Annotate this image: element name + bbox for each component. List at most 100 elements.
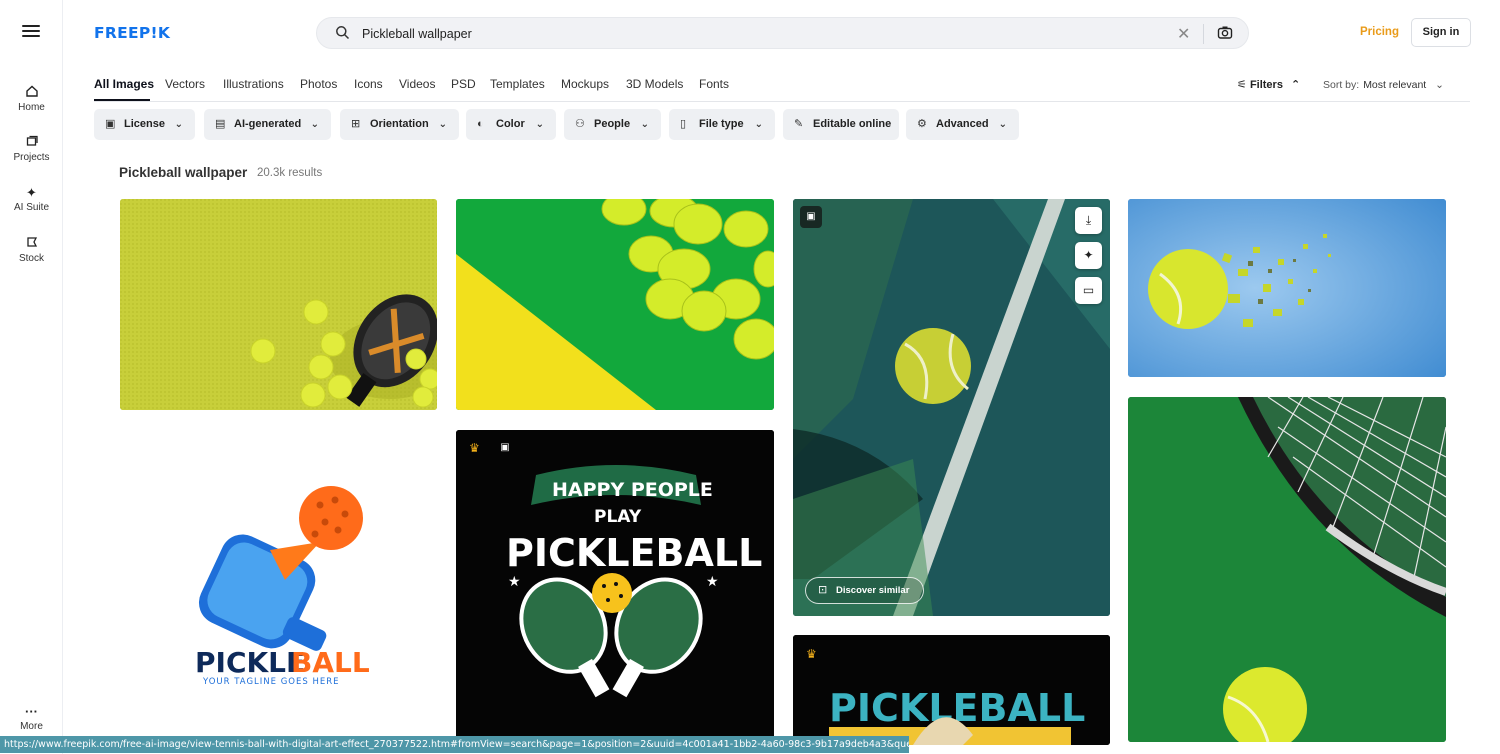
image-thumbnail	[1128, 397, 1446, 742]
chip-people[interactable]: ⚇ People ⌄	[564, 109, 661, 140]
menu-icon[interactable]	[22, 25, 40, 39]
filters-label: Filters	[1249, 79, 1283, 91]
poster-main-text: PICKLEBALL	[506, 531, 762, 575]
results-title: Pickleball wallpaper	[119, 165, 248, 180]
image-thumbnail: PICKLEBALL	[793, 635, 1110, 745]
freepik-logo[interactable]: FREEP!K	[94, 24, 170, 42]
sidebar-item-projects[interactable]: Projects	[0, 134, 63, 163]
tab-vectors[interactable]: Vectors	[165, 77, 205, 91]
sidebar-item-label: Stock	[18, 253, 44, 264]
chip-label: AI-generated	[234, 118, 302, 130]
more-dots-icon: ···	[25, 704, 38, 719]
file-icon: ▯	[680, 118, 687, 130]
tab-all-images[interactable]: All Images	[94, 77, 154, 91]
active-tab-indicator	[94, 99, 150, 101]
chevron-down-icon: ⌄	[174, 119, 183, 130]
folder-icon	[0, 134, 63, 152]
chevron-down-icon: ⌄	[998, 119, 1007, 130]
chip-label: Color	[496, 118, 525, 130]
image-card-exploding-ball[interactable]	[1128, 199, 1446, 377]
home-icon	[0, 84, 63, 102]
license-icon: ▣	[105, 118, 116, 130]
image-card-tennis-ball-court[interactable]: ▣ ⤓ ✦ ▭ ⊡ Discover similar	[793, 199, 1110, 616]
chip-label: Advanced	[936, 118, 989, 130]
orientation-icon: ⊞	[351, 118, 361, 130]
sidebar: Home Projects ✦ AI Suite Stock ··· More	[0, 0, 63, 754]
image-thumbnail	[456, 199, 774, 410]
sidebar-item-label: Projects	[13, 152, 50, 163]
image-card-pickleball-text[interactable]: PICKLEBALL ♛	[793, 635, 1110, 745]
tab-mockups[interactable]: Mockups	[561, 77, 609, 91]
image-thumbnail: PICKLE BALL YOUR TAGLINE GOES HERE	[195, 486, 370, 687]
tab-templates[interactable]: Templates	[490, 77, 545, 91]
chip-license[interactable]: ▣ License ⌄	[94, 109, 195, 140]
palette-icon: ◐	[477, 118, 484, 130]
image-card-happy-people-poster[interactable]: HAPPY PEOPLE PLAY PICKLEBALL ★ ★ ♛ ▣	[456, 430, 774, 740]
svg-text:★: ★	[508, 574, 521, 590]
sort-label: Sort by:	[1323, 79, 1360, 91]
clear-search-icon[interactable]: ✕	[1177, 24, 1190, 44]
pricing-link[interactable]: Pricing	[1360, 26, 1399, 38]
chevron-up-icon: ⌃	[1291, 79, 1301, 91]
logo-tagline: YOUR TAGLINE GOES HERE	[202, 677, 340, 687]
search-divider	[1203, 24, 1204, 44]
chevron-down-icon: ⌄	[535, 119, 544, 130]
image-card-green-yellow[interactable]	[456, 199, 774, 410]
chip-label: File type	[699, 118, 744, 130]
image-card-yellow-paddle[interactable]	[120, 199, 437, 410]
chip-ai-generated[interactable]: ▤ AI-generated ⌄	[204, 109, 331, 140]
image-card-racket-ball[interactable]	[1128, 397, 1446, 742]
sliders-icon: ⚟	[1237, 79, 1247, 91]
image-search-icon: ⊡	[818, 584, 828, 596]
pen-icon: ✎	[794, 118, 804, 130]
image-card-pickleball-logo[interactable]: PICKLE BALL YOUR TAGLINE GOES HERE	[120, 430, 437, 730]
save-to-collection-icon[interactable]: ▭	[1075, 277, 1102, 304]
premium-crown-icon: ♛	[469, 441, 480, 455]
download-icon[interactable]: ⤓	[1075, 207, 1102, 234]
search-icon	[335, 25, 351, 41]
chip-label: Orientation	[370, 118, 429, 130]
discover-similar-label: Discover similar	[836, 585, 910, 596]
chip-advanced[interactable]: ⚙ Advanced ⌄	[906, 109, 1019, 140]
ai-edit-icon[interactable]: ✦	[1075, 242, 1102, 269]
tab-fonts[interactable]: Fonts	[699, 77, 729, 91]
logo-title-pickle: PICKLE	[195, 646, 305, 679]
chevron-down-icon: ⌄	[640, 119, 649, 130]
tab-icons[interactable]: Icons	[354, 77, 383, 91]
chevron-down-icon: ⌄	[754, 119, 763, 130]
chevron-down-icon: ⌄	[438, 119, 447, 130]
search-input[interactable]	[362, 24, 1142, 44]
sidebar-item-more[interactable]: ··· More	[0, 703, 63, 732]
tab-photos[interactable]: Photos	[300, 77, 337, 91]
chip-color[interactable]: ◐ Color ⌄	[466, 109, 556, 140]
filters-toggle[interactable]: ⚟ Filters ⌃	[1237, 78, 1300, 91]
ai-badge-icon: ▣	[800, 206, 822, 228]
poster-mid-text: PLAY	[594, 507, 642, 527]
image-thumbnail	[1128, 199, 1446, 377]
chevron-down-icon: ⌄	[1435, 79, 1444, 91]
tab-3d-models[interactable]: 3D Models	[626, 77, 683, 91]
camera-search-icon[interactable]	[1217, 25, 1233, 45]
search-bar[interactable]: ✕	[316, 17, 1249, 49]
chip-label: License	[124, 118, 165, 130]
people-icon: ⚇	[575, 118, 585, 130]
sidebar-item-stock[interactable]: Stock	[0, 235, 63, 264]
chip-editable-online[interactable]: ✎ Editable online	[783, 109, 899, 140]
tab-videos[interactable]: Videos	[399, 77, 435, 91]
sort-dropdown[interactable]: Sort by: Most relevant ⌄	[1323, 79, 1444, 91]
chip-orientation[interactable]: ⊞ Orientation ⌄	[340, 109, 459, 140]
sidebar-item-label: AI Suite	[13, 202, 50, 213]
sidebar-item-home[interactable]: Home	[0, 84, 63, 113]
chip-file-type[interactable]: ▯ File type ⌄	[669, 109, 775, 140]
image-thumbnail: HAPPY PEOPLE PLAY PICKLEBALL ★ ★	[456, 430, 774, 740]
tab-illustrations[interactable]: Illustrations	[223, 77, 284, 91]
tab-psd[interactable]: PSD	[451, 77, 476, 91]
image-thumbnail	[793, 199, 1110, 616]
sign-in-button[interactable]: Sign in	[1411, 18, 1471, 47]
chip-label: People	[594, 118, 631, 130]
discover-similar-button[interactable]: ⊡ Discover similar	[805, 577, 924, 604]
ai-badge-icon: ▣	[500, 442, 510, 453]
poster-top-text: HAPPY PEOPLE	[552, 479, 713, 501]
logo-title-ball: BALL	[291, 646, 370, 679]
sidebar-item-ai-suite[interactable]: ✦ AI Suite	[0, 184, 63, 213]
